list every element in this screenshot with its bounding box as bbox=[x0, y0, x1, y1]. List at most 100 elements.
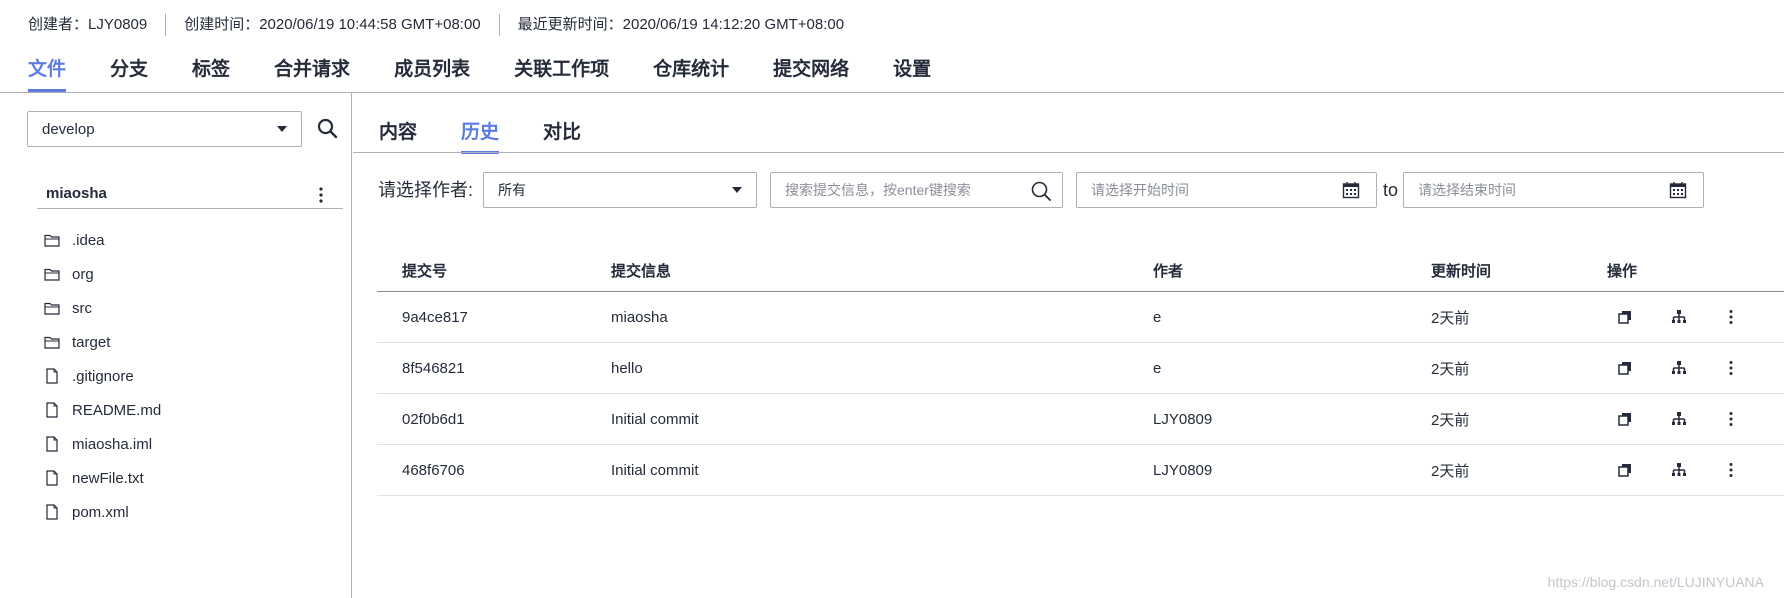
row-actions bbox=[1607, 309, 1784, 325]
tab-members[interactable]: 成员列表 bbox=[394, 52, 470, 92]
end-date-placeholder: 请选择结束时间 bbox=[1418, 182, 1516, 198]
tab-settings[interactable]: 设置 bbox=[893, 52, 931, 92]
tree-icon[interactable] bbox=[1671, 411, 1687, 427]
author-select-value: 所有 bbox=[498, 182, 526, 198]
repo-root[interactable]: miaosha bbox=[37, 179, 343, 209]
header-author: 作者 bbox=[1153, 262, 1184, 280]
calendar-icon[interactable] bbox=[1669, 181, 1687, 199]
more-icon[interactable] bbox=[1723, 360, 1739, 376]
repo-name: miaosha bbox=[46, 185, 107, 202]
file-tree-item-label: newFile.txt bbox=[72, 469, 144, 487]
start-date-input[interactable]: 请选择开始时间 bbox=[1076, 172, 1377, 208]
more-icon[interactable] bbox=[1723, 309, 1739, 325]
tab-work-items[interactable]: 关联工作项 bbox=[514, 52, 609, 92]
table-row: 468f6706 Initial commit LJY0809 2天前 bbox=[377, 445, 1784, 496]
commit-search-placeholder: 搜索提交信息，按enter键搜索 bbox=[785, 182, 971, 198]
folder-icon bbox=[44, 302, 60, 315]
file-tree-panel: develop miaosha .idea org src target .gi… bbox=[0, 93, 352, 598]
copy-icon[interactable] bbox=[1617, 411, 1633, 427]
commit-id-link[interactable]: 9a4ce817 bbox=[377, 309, 611, 326]
folder-icon bbox=[44, 268, 60, 281]
table-row: 9a4ce817 miaosha e 2天前 bbox=[377, 292, 1784, 343]
file-tree-item[interactable]: target bbox=[44, 325, 161, 359]
commit-time: 2天前 bbox=[1431, 411, 1470, 429]
folder-icon bbox=[44, 336, 60, 349]
file-list: .idea org src target .gitignore README.m… bbox=[44, 223, 161, 529]
creator-text: 创建者：LJY0809 bbox=[28, 16, 148, 33]
sub-tabs-divider bbox=[353, 152, 1784, 153]
row-actions bbox=[1607, 360, 1784, 376]
more-icon[interactable] bbox=[1723, 411, 1739, 427]
copy-icon[interactable] bbox=[1617, 360, 1633, 376]
commit-author: e bbox=[1153, 308, 1162, 326]
search-icon[interactable] bbox=[1030, 180, 1052, 202]
kebab-menu-icon[interactable] bbox=[313, 185, 329, 205]
commit-author: LJY0809 bbox=[1153, 461, 1213, 479]
table-row: 02f0b6d1 Initial commit LJY0809 2天前 bbox=[377, 394, 1784, 445]
subtab-content[interactable]: 内容 bbox=[379, 116, 417, 154]
file-tree-item[interactable]: README.md bbox=[44, 393, 161, 427]
file-tree-item[interactable]: .gitignore bbox=[44, 359, 161, 393]
start-date-placeholder: 请选择开始时间 bbox=[1091, 182, 1189, 198]
tab-files[interactable]: 文件 bbox=[28, 52, 67, 92]
file-tree-item[interactable]: .idea bbox=[44, 223, 161, 257]
header-actions: 操作 bbox=[1607, 262, 1638, 280]
table-row: 8f546821 hello e 2天前 bbox=[377, 343, 1784, 394]
commit-time: 2天前 bbox=[1431, 360, 1470, 378]
chevron-down-icon bbox=[732, 187, 742, 193]
tab-repo-stats[interactable]: 仓库统计 bbox=[653, 52, 729, 92]
file-tree-item[interactable]: org bbox=[44, 257, 161, 291]
file-tree-item-label: target bbox=[72, 333, 111, 351]
author-filter-label: 请选择作者: bbox=[378, 180, 474, 200]
header-commit-message: 提交信息 bbox=[611, 262, 672, 280]
search-icon[interactable] bbox=[316, 117, 338, 139]
end-date-input[interactable]: 请选择结束时间 bbox=[1403, 172, 1704, 208]
file-tree-item[interactable]: src bbox=[44, 291, 161, 325]
folder-icon bbox=[44, 234, 60, 247]
tab-commit-network[interactable]: 提交网络 bbox=[773, 52, 849, 92]
file-tree-item[interactable]: miaosha.iml bbox=[44, 427, 161, 461]
file-tree-item[interactable]: newFile.txt bbox=[44, 461, 161, 495]
commit-time: 2天前 bbox=[1431, 462, 1470, 480]
commit-message: hello bbox=[611, 359, 643, 377]
date-range-separator: to bbox=[1383, 180, 1399, 200]
file-icon bbox=[46, 436, 58, 452]
commit-message: Initial commit bbox=[611, 461, 699, 479]
subtab-compare[interactable]: 对比 bbox=[543, 116, 581, 154]
commit-id-link[interactable]: 8f546821 bbox=[377, 360, 611, 377]
table-header: 提交号 提交信息 作者 更新时间 操作 bbox=[377, 249, 1784, 292]
copy-icon[interactable] bbox=[1617, 462, 1633, 478]
commit-id-link[interactable]: 02f0b6d1 bbox=[377, 411, 611, 428]
file-icon bbox=[46, 470, 58, 486]
file-icon bbox=[46, 402, 58, 418]
repo-meta: 创建者：LJY0809 创建时间：2020/06/19 10:44:58 GMT… bbox=[28, 14, 862, 36]
tab-merge-requests[interactable]: 合并请求 bbox=[274, 52, 350, 92]
calendar-icon[interactable] bbox=[1342, 181, 1360, 199]
watermark: https://blog.csdn.net/LUJINYUANA bbox=[1547, 574, 1764, 590]
commit-id-link[interactable]: 468f6706 bbox=[377, 462, 611, 479]
more-icon[interactable] bbox=[1723, 462, 1739, 478]
chevron-down-icon bbox=[277, 126, 287, 132]
tree-icon[interactable] bbox=[1671, 309, 1687, 325]
commit-search-input[interactable]: 搜索提交信息，按enter键搜索 bbox=[770, 172, 1063, 208]
branch-select-value: develop bbox=[42, 120, 95, 138]
tree-icon[interactable] bbox=[1671, 462, 1687, 478]
main-tabs: 文件 分支 标签 合并请求 成员列表 关联工作项 仓库统计 提交网络 设置 bbox=[28, 52, 975, 92]
file-tree-item-label: src bbox=[72, 299, 92, 317]
header-commit-id: 提交号 bbox=[402, 262, 448, 280]
sub-tabs: 内容 历史 对比 bbox=[379, 116, 625, 154]
tab-tags[interactable]: 标签 bbox=[192, 52, 230, 92]
author-select[interactable]: 所有 bbox=[483, 172, 757, 208]
tab-branches[interactable]: 分支 bbox=[110, 52, 148, 92]
created-time-text: 创建时间：2020/06/19 10:44:58 GMT+08:00 bbox=[184, 16, 481, 33]
tree-icon[interactable] bbox=[1671, 360, 1687, 376]
branch-select[interactable]: develop bbox=[27, 111, 302, 147]
commit-author: LJY0809 bbox=[1153, 410, 1213, 428]
file-tree-item[interactable]: pom.xml bbox=[44, 495, 161, 529]
copy-icon[interactable] bbox=[1617, 309, 1633, 325]
file-tree-item-label: miaosha.iml bbox=[72, 435, 153, 453]
file-tree-item-label: .gitignore bbox=[72, 367, 134, 385]
subtab-history[interactable]: 历史 bbox=[461, 116, 500, 154]
file-icon bbox=[46, 504, 58, 520]
updated-time-text: 最近更新时间：2020/06/19 14:12:20 GMT+08:00 bbox=[517, 16, 845, 33]
